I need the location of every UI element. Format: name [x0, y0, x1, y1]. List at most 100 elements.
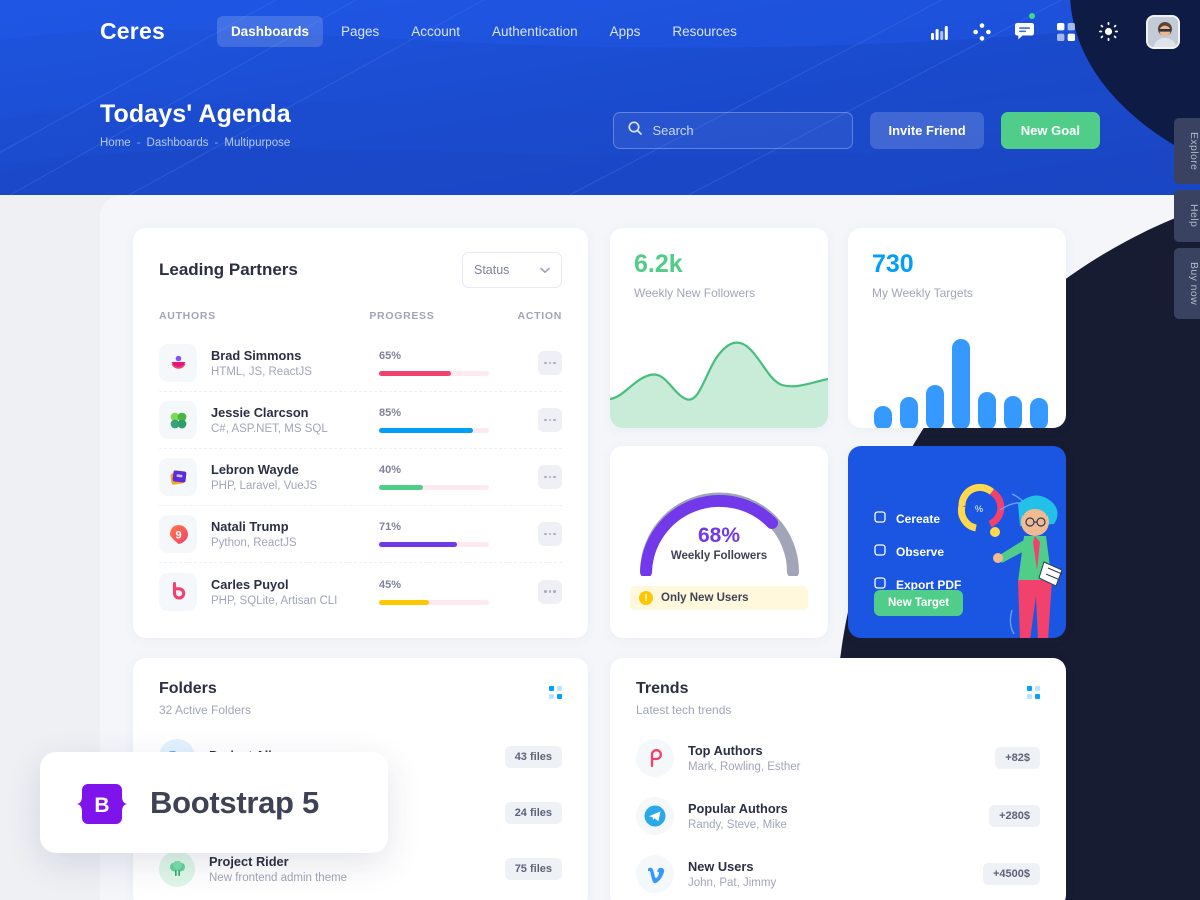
grid-dots-icon[interactable]	[549, 686, 562, 699]
clover-icon	[159, 401, 197, 439]
diamond-dots-icon[interactable]	[972, 22, 992, 42]
progress-track	[379, 599, 489, 605]
trend-amount: +4500$	[982, 863, 1040, 885]
bootstrap-logo-icon: B	[76, 782, 128, 824]
trend-people: Mark, Rowling, Esther	[688, 761, 801, 773]
column-authors: AUTHORS	[159, 310, 216, 322]
row-actions-button[interactable]	[538, 522, 562, 546]
table-row[interactable]: Brad Simmons HTML, JS, ReactJS 65%	[159, 335, 562, 392]
nav-item-resources[interactable]: Resources	[658, 16, 751, 47]
progress-track	[379, 542, 489, 547]
trend-name: Top Authors	[688, 743, 763, 758]
sun-icon[interactable]	[1098, 22, 1118, 42]
row-actions-button[interactable]	[538, 465, 562, 489]
progress-fill	[379, 542, 457, 547]
partner-stack: HTML, JS, ReactJS	[211, 366, 312, 378]
list-item[interactable]: Popular Authors Randy, Steve, Mike +280$	[636, 787, 1040, 845]
partner-name: Jessie Clarcson	[211, 405, 309, 420]
row-actions-button[interactable]	[538, 351, 562, 375]
breadcrumb-separator: -	[214, 137, 219, 149]
top-navigation-bar: Ceres Dashboards Pages Account Authentic…	[0, 0, 1200, 63]
brand-logo[interactable]: Ceres	[100, 18, 165, 45]
partner-progress: 85%	[379, 407, 504, 433]
warning-icon: !	[639, 591, 653, 605]
followers-label: Weekly New Followers	[634, 286, 756, 300]
chevron-down-icon	[540, 263, 550, 277]
nav-item-authentication[interactable]: Authentication	[478, 16, 592, 47]
rounded-square-icon	[874, 543, 886, 561]
trends-title: Trends	[636, 680, 689, 697]
breadcrumb-multipurpose: Multipurpose	[224, 137, 291, 149]
weekly-targets-card: 730 My Weekly Targets	[848, 228, 1066, 428]
list-item[interactable]: Top Authors Mark, Rowling, Esther +82$	[636, 729, 1040, 787]
target-item-label: Observe	[896, 545, 945, 559]
notification-dot	[1029, 12, 1035, 19]
status-filter-select[interactable]: Status	[462, 252, 562, 288]
trend-people: Randy, Steve, Mike	[688, 819, 787, 831]
column-action: ACTION	[517, 310, 562, 322]
new-target-button[interactable]: New Target	[874, 590, 964, 616]
partner-name: Lebron Wayde	[211, 462, 299, 477]
gauge-percent: 68%	[697, 524, 741, 547]
side-tab-explore[interactable]: Explore	[1174, 118, 1200, 185]
search-input[interactable]	[652, 123, 839, 138]
table-row[interactable]: Carles Puyol PHP, SQLite, Artisan CLI 45…	[159, 563, 562, 620]
breadcrumb-dashboards[interactable]: Dashboards	[147, 137, 209, 149]
trend-name: Popular Authors	[688, 801, 788, 816]
new-target-card: % Cereate Observe Export PDF New Target	[848, 446, 1066, 638]
folder-name: Project Rider	[209, 854, 289, 869]
table-row[interactable]: 9 Natali Trump Python, ReactJS 71%	[159, 506, 562, 563]
breadcrumb-home[interactable]: Home	[100, 137, 131, 149]
leading-partners-rows: Brad Simmons HTML, JS, ReactJS 65% Jessi…	[133, 335, 588, 620]
nav-item-dashboards[interactable]: Dashboards	[216, 16, 323, 47]
partner-name: Brad Simmons	[211, 348, 302, 363]
trend-amount: +82$	[995, 747, 1040, 769]
target-item-create[interactable]: Cereate	[874, 510, 961, 528]
svg-text:%: %	[975, 504, 983, 514]
row-actions-button[interactable]	[538, 408, 562, 432]
folders-subtitle: 32 Active Folders	[159, 703, 252, 717]
partner-stack: PHP, Laravel, VueJS	[211, 480, 318, 492]
rounded-square-icon	[874, 510, 886, 528]
user-avatar[interactable]	[1146, 14, 1180, 49]
new-goal-button[interactable]: New Goal	[1000, 112, 1100, 149]
folders-title: Folders	[159, 680, 217, 697]
partner-progress: 45%	[379, 579, 504, 605]
chart-bar-icon[interactable]	[930, 22, 950, 42]
table-row[interactable]: Lebron Wayde PHP, Laravel, VueJS 40%	[159, 449, 562, 506]
header-toolbar: Invite Friend New Goal	[613, 112, 1100, 149]
chat-bubble-icon[interactable]	[1014, 12, 1035, 42]
partner-stack: Python, ReactJS	[211, 537, 297, 549]
trend-people: John, Pat, Jimmy	[688, 877, 777, 889]
bootstrap-logo-letter: B	[94, 794, 109, 817]
nav-item-pages[interactable]: Pages	[327, 16, 393, 47]
app-root: Ceres Dashboards Pages Account Authentic…	[0, 0, 1200, 900]
weekly-followers-gauge-card: 68% Weekly Followers ! Only New Users	[610, 446, 828, 638]
table-row[interactable]: Jessie Clarcson C#, ASP.NET, MS SQL 85%	[159, 392, 562, 449]
invite-friend-button[interactable]: Invite Friend	[870, 112, 984, 149]
grid-dots-icon[interactable]	[1027, 686, 1040, 699]
row-actions-button[interactable]	[538, 579, 562, 604]
trends-card: Trends Latest tech trends Top Authors Ma…	[610, 658, 1066, 900]
target-item-observe[interactable]: Observe	[874, 543, 961, 561]
nine-badge-icon: 9	[159, 515, 197, 553]
folder-file-count: 75 files	[504, 858, 562, 880]
progress-percent: 71%	[379, 521, 402, 533]
alert-text: Only New Users	[661, 592, 749, 604]
nav-item-account[interactable]: Account	[397, 16, 474, 47]
status-filter-label: Status	[474, 263, 510, 277]
trend-name: New Users	[688, 859, 754, 874]
leading-partners-title: Leading Partners	[159, 260, 298, 279]
partner-name: Natali Trump	[211, 519, 289, 534]
search-box[interactable]	[613, 112, 854, 149]
top-icon-group	[930, 12, 1180, 49]
side-tab-help[interactable]: Help	[1174, 190, 1200, 242]
bootstrap-badge-label: Bootstrap 5	[150, 784, 319, 820]
page-title: Todays' Agenda	[100, 100, 291, 128]
bootstrap-badge-card: B Bootstrap 5	[40, 752, 388, 853]
side-tab-buy-now[interactable]: Buy now	[1174, 247, 1200, 319]
list-item[interactable]: New Users John, Pat, Jimmy +4500$	[636, 845, 1040, 900]
nav-item-apps[interactable]: Apps	[596, 16, 655, 47]
grid-squares-icon[interactable]	[1056, 22, 1076, 42]
progress-percent: 65%	[379, 350, 402, 362]
